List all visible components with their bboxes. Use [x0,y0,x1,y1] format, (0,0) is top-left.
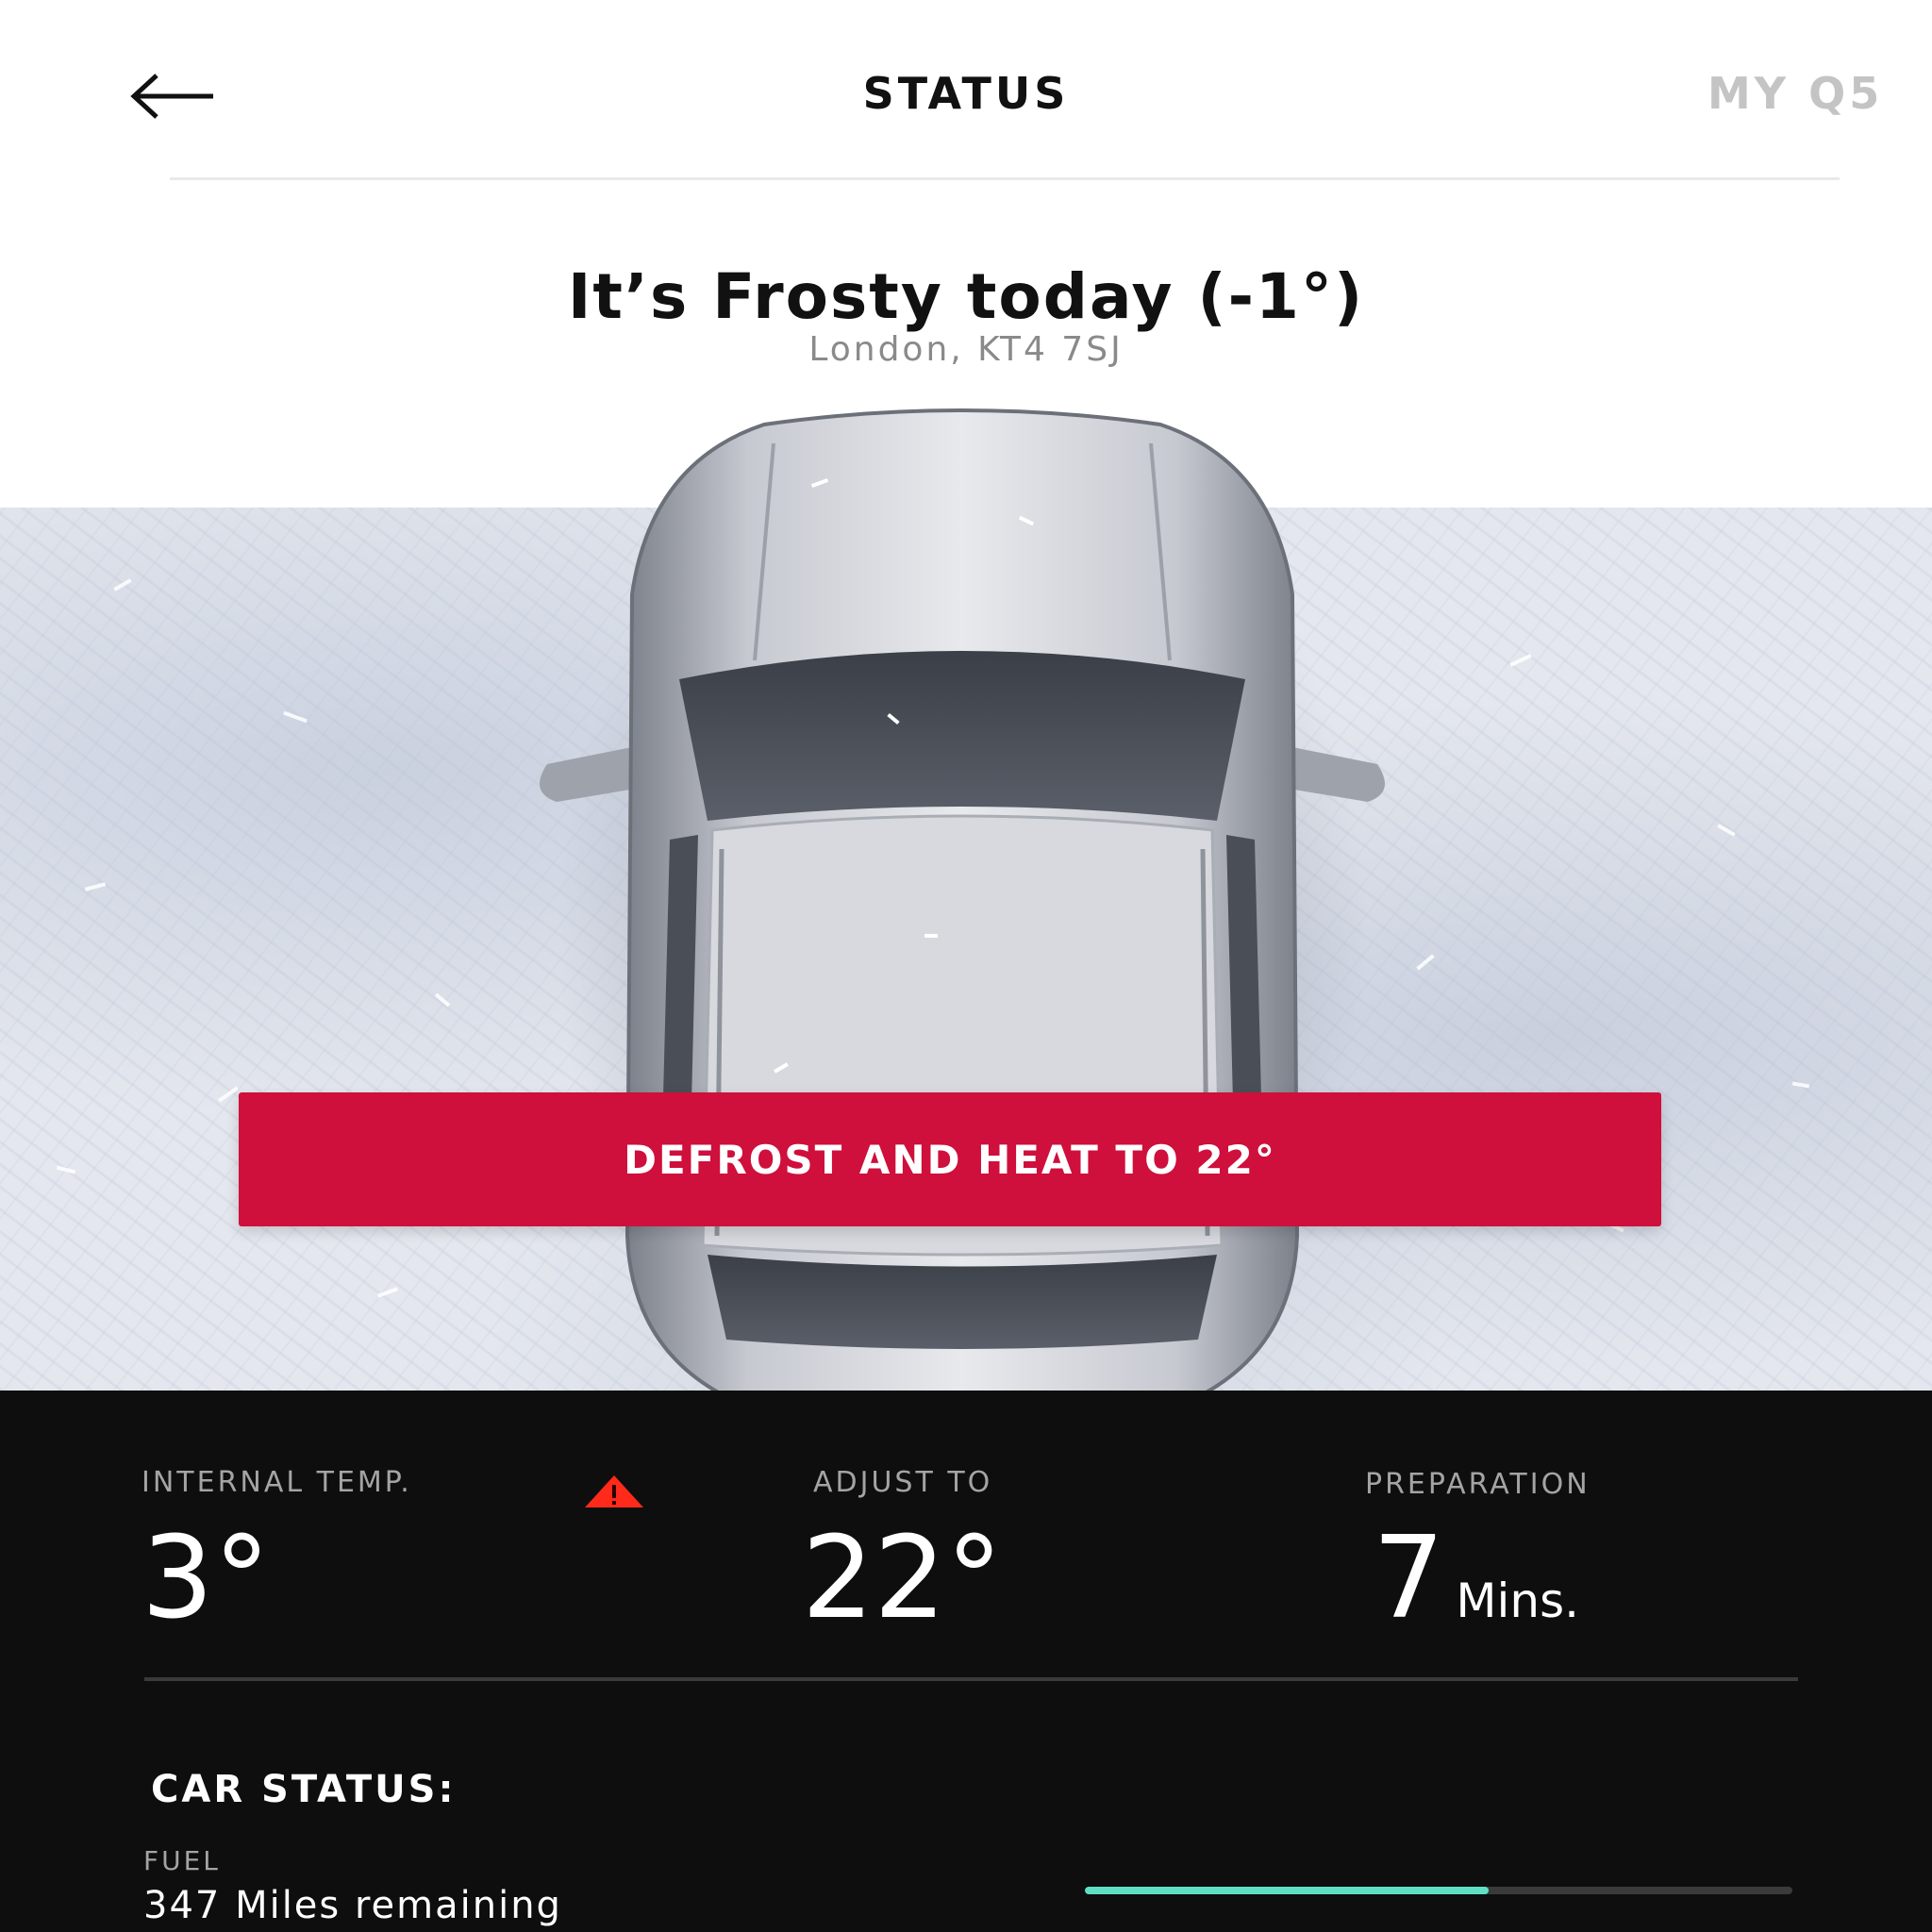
fuel-remaining: 347 Miles remaining [143,1884,562,1927]
defrost-and-heat-button[interactable]: DEFROST AND HEAT TO 22° [239,1092,1661,1226]
warning-triangle-icon [585,1475,643,1507]
panel-divider [144,1677,1798,1681]
car-status-title: CAR STATUS: [151,1768,457,1811]
preparation-label: PREPARATION [1365,1468,1591,1501]
fuel-label: FUEL [143,1845,221,1876]
page-title: STATUS [862,68,1070,119]
preparation-unit: Mins. [1456,1574,1580,1628]
preparation-value: 7 Mins. [1373,1523,1579,1636]
adjust-to-value[interactable]: 22° [802,1523,1003,1636]
fuel-level-bar [1085,1887,1792,1894]
preparation-minutes: 7 [1373,1513,1445,1644]
adjust-to-label: ADJUST TO [813,1466,993,1499]
internal-temp-label: INTERNAL TEMP. [142,1466,412,1499]
fuel-level-fill [1085,1887,1489,1894]
climate-status-panel: INTERNAL TEMP. 3° ADJUST TO 22° PREPARAT… [0,1391,1932,1932]
internal-temp-value: 3° [142,1513,271,1644]
tab-my-car[interactable]: MY Q5 [1707,68,1883,119]
nav-divider [170,177,1840,180]
weather-location: London, KT4 7SJ [808,330,1124,369]
top-nav: STATUS MY Q5 [0,0,1932,180]
weather-headline: It’s Frosty today (-1°) [567,260,1365,333]
car-top-view-image [540,406,1385,1453]
